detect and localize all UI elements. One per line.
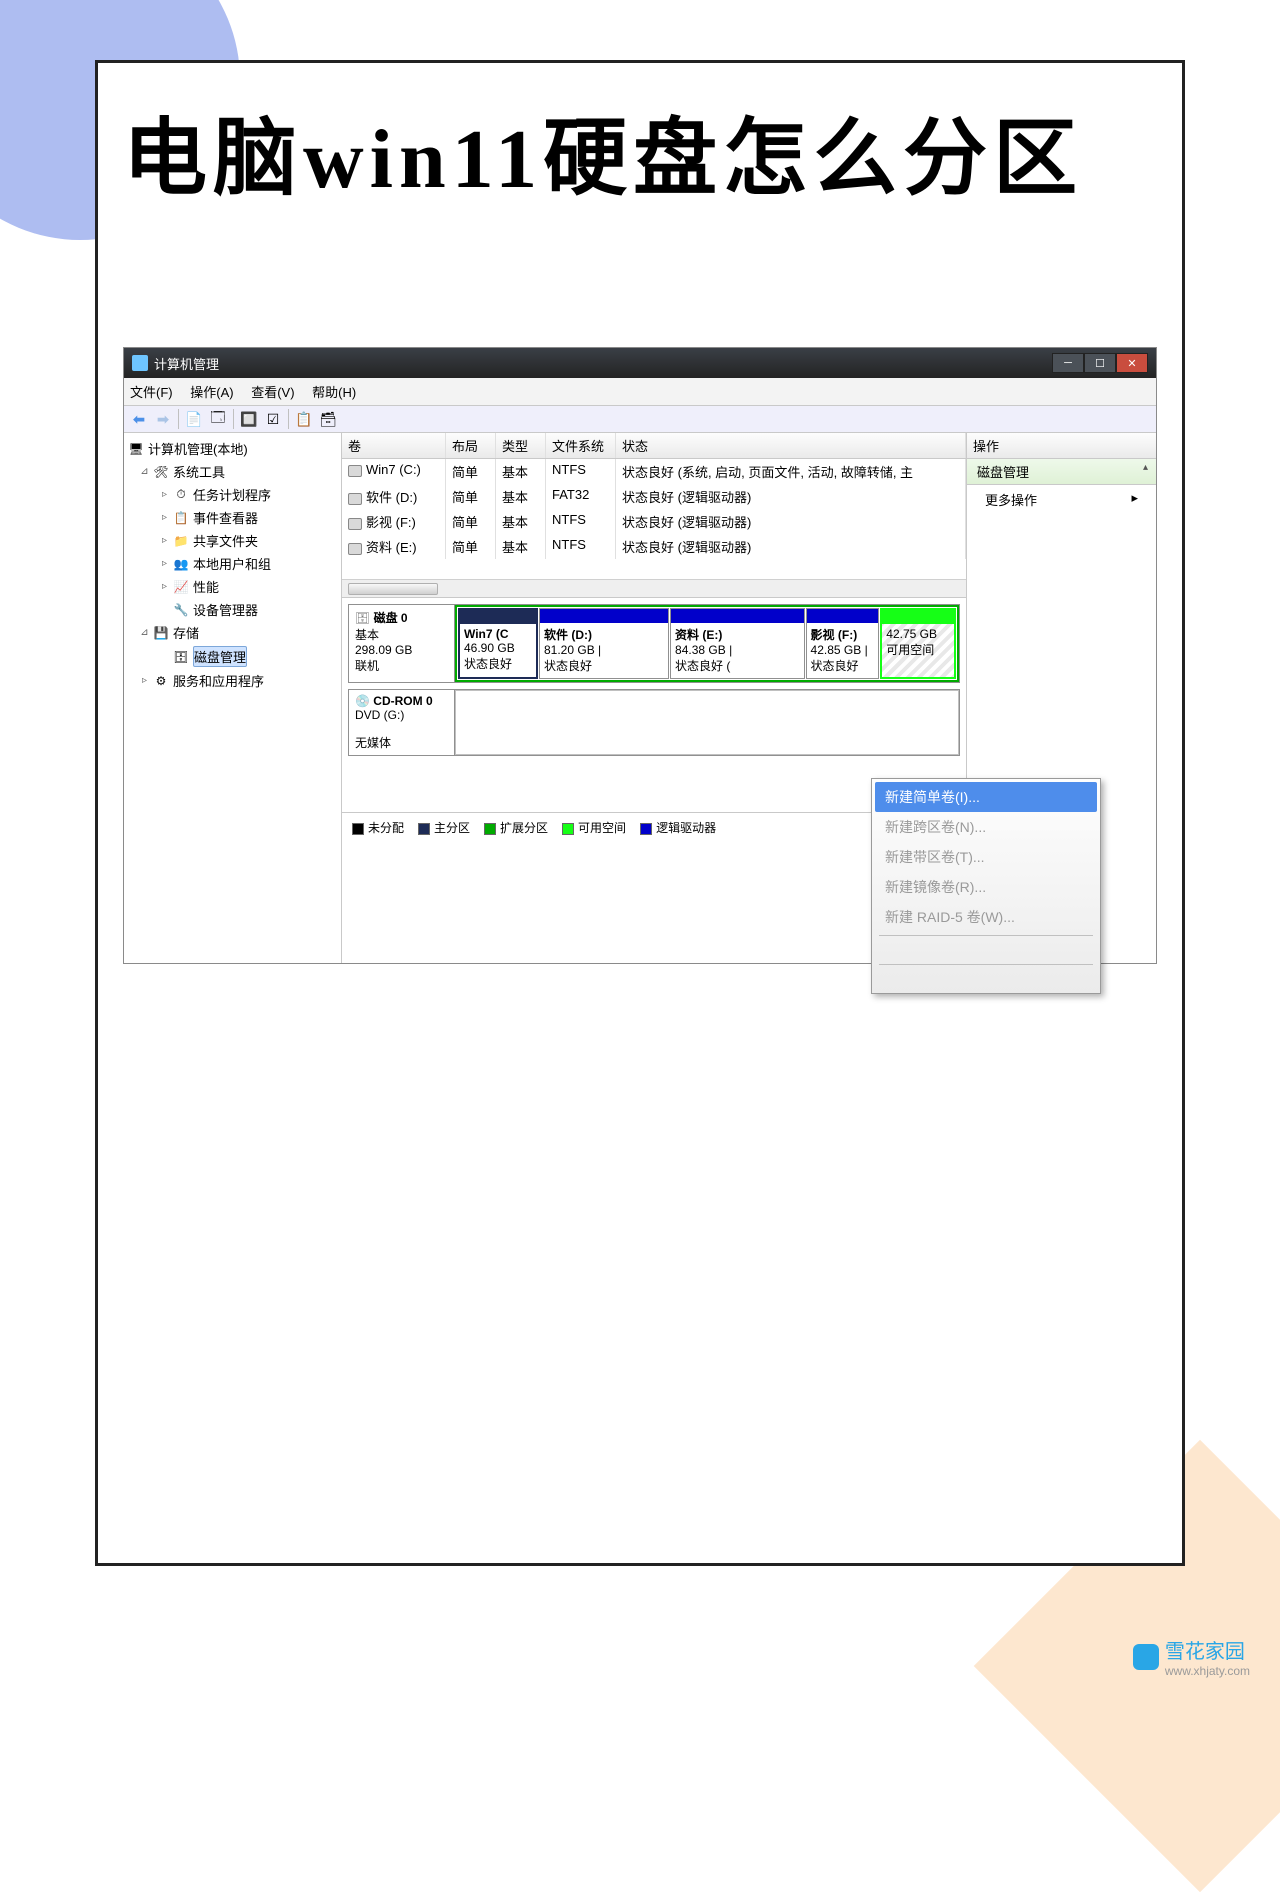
volume-row[interactable]: 影视 (F:)简单基本NTFS状态良好 (逻辑驱动器) <box>342 509 966 534</box>
ctx-blurred <box>875 968 1097 990</box>
watermark-logo-icon <box>1133 1644 1159 1670</box>
context-menu: 新建简单卷(I)... 新建跨区卷(N)... 新建带区卷(T)... 新建镜像… <box>871 778 1101 994</box>
tree-systools[interactable]: ⊿🛠系统工具 <box>124 460 341 483</box>
page-frame: 电脑win11硬盘怎么分区 计算机管理 ─ ☐ ✕ 文件(F) 操作(A) 查看… <box>95 60 1185 1566</box>
nav-tree: 🖥计算机管理(本地) ⊿🛠系统工具 ▹⏱任务计划程序 ▹📋事件查看器 ▹📁共享文… <box>124 433 342 963</box>
tree-svc[interactable]: ▹⚙服务和应用程序 <box>124 669 341 692</box>
ctx-new-simple[interactable]: 新建简单卷(I)... <box>875 782 1097 812</box>
watermark-brand: 雪花家园 <box>1165 1641 1245 1663</box>
menubar: 文件(F) 操作(A) 查看(V) 帮助(H) <box>124 378 1156 406</box>
tree-perf[interactable]: ▹📈性能 <box>124 575 341 598</box>
toolbar-icon[interactable]: 🗔 <box>207 408 229 430</box>
volume-list: 卷 布局 类型 文件系统 状态 Win7 (C:)简单基本NTFS状态良好 (系… <box>342 433 966 598</box>
menu-action[interactable]: 操作(A) <box>190 385 233 400</box>
actions-more[interactable]: 更多操作▸ <box>967 485 1156 514</box>
partition-free[interactable]: 42.75 GB 可用空间 <box>880 608 956 679</box>
menu-help[interactable]: 帮助(H) <box>312 385 356 400</box>
tree-users[interactable]: ▹👥本地用户和组 <box>124 552 341 575</box>
tree-event[interactable]: ▹📋事件查看器 <box>124 506 341 529</box>
ctx-new-mirror: 新建镜像卷(R)... <box>875 872 1097 902</box>
actions-section[interactable]: 磁盘管理 <box>967 459 1156 485</box>
tree-storage[interactable]: ⊿💾存储 <box>124 621 341 644</box>
col-volume[interactable]: 卷 <box>342 433 446 458</box>
col-status[interactable]: 状态 <box>616 433 966 458</box>
toolbar-icon[interactable]: 📄 <box>183 408 205 430</box>
partition-e[interactable]: 资料 (E:) 84.38 GB | 状态良好 ( <box>670 608 805 679</box>
maximize-button[interactable]: ☐ <box>1084 353 1116 373</box>
disk-row-0: 🗄 磁盘 0 基本 298.09 GB 联机 Win7 (C 46.90 GB … <box>348 604 960 683</box>
ctx-new-span: 新建跨区卷(N)... <box>875 812 1097 842</box>
toolbar-icon[interactable]: 🔲 <box>238 408 260 430</box>
volume-row[interactable]: 软件 (D:)简单基本FAT32状态良好 (逻辑驱动器) <box>342 484 966 509</box>
toolbar-icon[interactable]: ☑ <box>262 408 284 430</box>
app-icon <box>132 355 148 371</box>
tree-devmgr[interactable]: 🔧设备管理器 <box>124 598 341 621</box>
toolbar: ⬅ ➡ 📄 🗔 🔲 ☑ 📋 🗃 <box>124 406 1156 433</box>
partition-d[interactable]: 软件 (D:) 81.20 GB | 状态良好 <box>539 608 669 679</box>
window-title: 计算机管理 <box>154 354 219 373</box>
disk-row-cdrom: 💿 CD-ROM 0 DVD (G:) 无媒体 <box>348 689 960 756</box>
col-type[interactable]: 类型 <box>496 433 546 458</box>
tree-shared[interactable]: ▹📁共享文件夹 <box>124 529 341 552</box>
col-layout[interactable]: 布局 <box>446 433 496 458</box>
screenshot: 计算机管理 ─ ☐ ✕ 文件(F) 操作(A) 查看(V) 帮助(H) ⬅ ➡ … <box>123 347 1157 964</box>
ctx-new-stripe: 新建带区卷(T)... <box>875 842 1097 872</box>
window-titlebar: 计算机管理 ─ ☐ ✕ <box>124 348 1156 378</box>
partition-c[interactable]: Win7 (C 46.90 GB 状态良好 <box>458 608 538 679</box>
watermark: 雪花家园 www.xhjaty.com <box>1133 1635 1250 1678</box>
tree-diskmgmt[interactable]: 🗄磁盘管理 <box>124 644 341 669</box>
tree-root[interactable]: 🖥计算机管理(本地) <box>124 437 341 460</box>
menu-file[interactable]: 文件(F) <box>130 385 173 400</box>
ctx-new-raid: 新建 RAID-5 卷(W)... <box>875 902 1097 932</box>
watermark-url: www.xhjaty.com <box>1165 1664 1250 1678</box>
tree-task[interactable]: ▹⏱任务计划程序 <box>124 483 341 506</box>
toolbar-icon[interactable]: 🗃 <box>317 408 339 430</box>
close-button[interactable]: ✕ <box>1116 353 1148 373</box>
page-title: 电脑win11硬盘怎么分区 <box>123 93 1157 227</box>
back-icon[interactable]: ⬅ <box>128 408 150 430</box>
forward-icon[interactable]: ➡ <box>152 408 174 430</box>
col-fs[interactable]: 文件系统 <box>546 433 616 458</box>
volume-row[interactable]: 资料 (E:)简单基本NTFS状态良好 (逻辑驱动器) <box>342 534 966 559</box>
ctx-blurred <box>875 939 1097 961</box>
horizontal-scrollbar[interactable] <box>342 579 966 597</box>
partition-f[interactable]: 影视 (F:) 42.85 GB | 状态良好 <box>806 608 880 679</box>
volume-row[interactable]: Win7 (C:)简单基本NTFS状态良好 (系统, 启动, 页面文件, 活动,… <box>342 459 966 484</box>
menu-view[interactable]: 查看(V) <box>251 385 294 400</box>
toolbar-icon[interactable]: 📋 <box>293 408 315 430</box>
minimize-button[interactable]: ─ <box>1052 353 1084 373</box>
actions-header: 操作 <box>967 433 1156 459</box>
